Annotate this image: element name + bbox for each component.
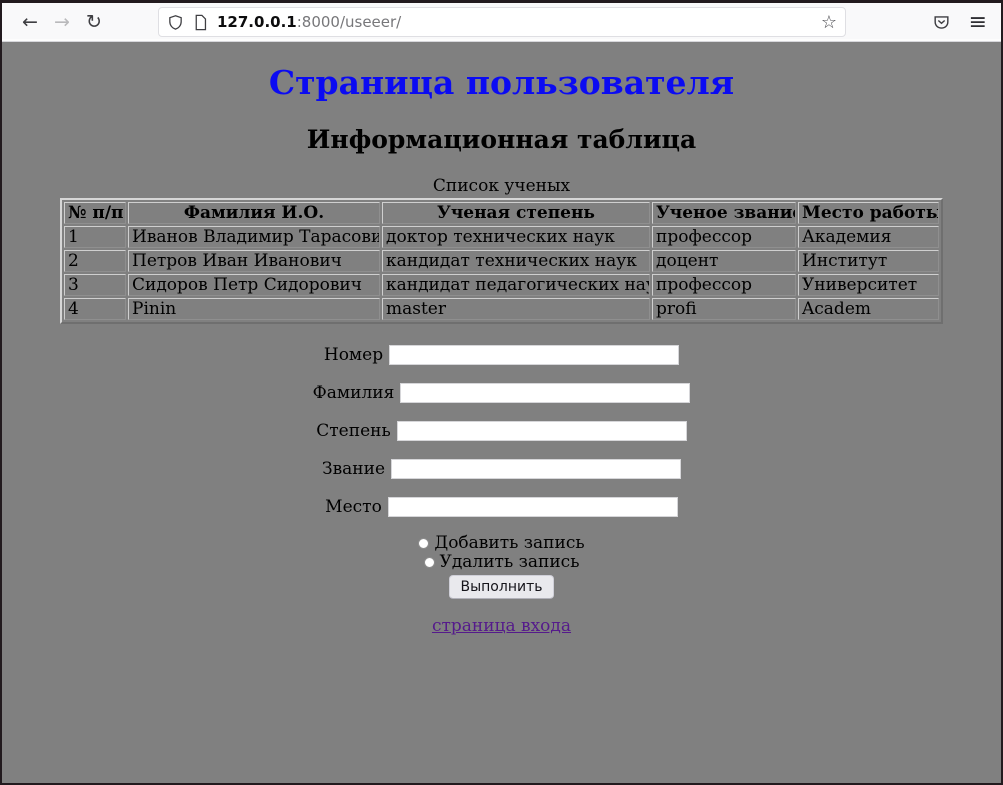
degree-input[interactable] [397, 421, 687, 441]
section-title: Информационная таблица [2, 125, 1001, 154]
page-icon[interactable] [193, 14, 208, 31]
surname-label: Фамилия [313, 383, 395, 403]
table-header-row: № п/п Фамилия И.О. Ученая степень Ученое… [64, 202, 939, 224]
degree-label: Степень [316, 421, 390, 441]
url-text[interactable]: 127.0.0.1:8000/useeer/ [217, 13, 813, 31]
url-bar[interactable]: 127.0.0.1:8000/useeer/ ☆ [158, 7, 846, 37]
cell-number: 2 [64, 250, 126, 272]
page-title: Страница пользователя [2, 63, 1001, 102]
submit-row: Выполнить [2, 575, 1001, 599]
cell-degree: доктор технических наук [382, 226, 650, 248]
table-row: 3 Сидоров Петр Сидорович кандидат педаго… [64, 274, 939, 296]
browser-toolbar: ← → ↻ 127.0.0.1:8000/useeer/ ☆ [2, 3, 1001, 42]
record-form: Номер Фамилия Степень Звание Место Добав… [2, 344, 1001, 599]
field-row-place: Место [2, 496, 1001, 516]
field-row-number: Номер [2, 344, 1001, 364]
login-page-link[interactable]: страница входа [432, 616, 571, 636]
url-host: 127.0.0.1 [217, 13, 297, 31]
table-caption: Список ученых [2, 176, 1001, 196]
field-row-degree: Степень [2, 420, 1001, 440]
browser-window: ← → ↻ 127.0.0.1:8000/useeer/ ☆ [0, 0, 1003, 785]
toolbar-right-icons: ≡ [932, 10, 1001, 35]
cell-degree: кандидат технических наук [382, 250, 650, 272]
number-input[interactable] [389, 345, 679, 365]
cell-name: Петров Иван Иванович [128, 250, 380, 272]
cell-workplace: Академия [798, 226, 939, 248]
title-label: Звание [322, 459, 385, 479]
delete-record-label: Удалить запись [440, 552, 580, 572]
place-input[interactable] [388, 497, 678, 517]
cell-number: 4 [64, 298, 126, 320]
cell-title: доцент [652, 250, 796, 272]
scientists-table: № п/п Фамилия И.О. Ученая степень Ученое… [60, 198, 943, 324]
cell-title: profi [652, 298, 796, 320]
field-row-title: Звание [2, 458, 1001, 478]
cell-degree: кандидат педагогических наук [382, 274, 650, 296]
cell-name: Иванов Владимир Тарасович [128, 226, 380, 248]
cell-name: Pinin [128, 298, 380, 320]
table-row: 1 Иванов Владимир Тарасович доктор техни… [64, 226, 939, 248]
cell-degree: master [382, 298, 650, 320]
pocket-icon[interactable] [932, 13, 951, 32]
radio-row-delete: Удалить запись [2, 553, 1001, 572]
field-row-surname: Фамилия [2, 382, 1001, 402]
cell-workplace: Academ [798, 298, 939, 320]
execute-button[interactable]: Выполнить [449, 575, 555, 599]
place-label: Место [325, 497, 382, 517]
title-input[interactable] [391, 459, 681, 479]
url-path: :8000/useeer/ [297, 13, 402, 31]
table-row: 4 Pinin master profi Academ [64, 298, 939, 320]
cell-number: 1 [64, 226, 126, 248]
forward-icon[interactable]: → [46, 8, 78, 36]
col-header: Ученая степень [382, 202, 650, 224]
cell-title: профессор [652, 226, 796, 248]
radio-row-add: Добавить запись [2, 534, 1001, 553]
col-header: Место работы [798, 202, 939, 224]
number-label: Номер [324, 345, 383, 365]
add-record-label: Добавить запись [434, 533, 584, 553]
bookmark-star-icon[interactable]: ☆ [821, 12, 837, 33]
menu-icon[interactable]: ≡ [969, 10, 987, 35]
page-content: Страница пользователя Информационная таб… [2, 42, 1001, 783]
cell-workplace: Университет [798, 274, 939, 296]
back-icon[interactable]: ← [14, 8, 46, 36]
surname-input[interactable] [400, 383, 690, 403]
cell-number: 3 [64, 274, 126, 296]
cell-name: Сидоров Петр Сидорович [128, 274, 380, 296]
shield-icon[interactable] [167, 14, 184, 31]
col-header: Фамилия И.О. [128, 202, 380, 224]
add-record-radio[interactable] [418, 538, 429, 549]
delete-record-radio[interactable] [424, 557, 435, 568]
col-header: № п/п [64, 202, 126, 224]
footer-link-row: страница входа [2, 616, 1001, 636]
cell-workplace: Институт [798, 250, 939, 272]
cell-title: профессор [652, 274, 796, 296]
col-header: Ученое звание [652, 202, 796, 224]
reload-icon[interactable]: ↻ [78, 8, 110, 36]
table-row: 2 Петров Иван Иванович кандидат техничес… [64, 250, 939, 272]
